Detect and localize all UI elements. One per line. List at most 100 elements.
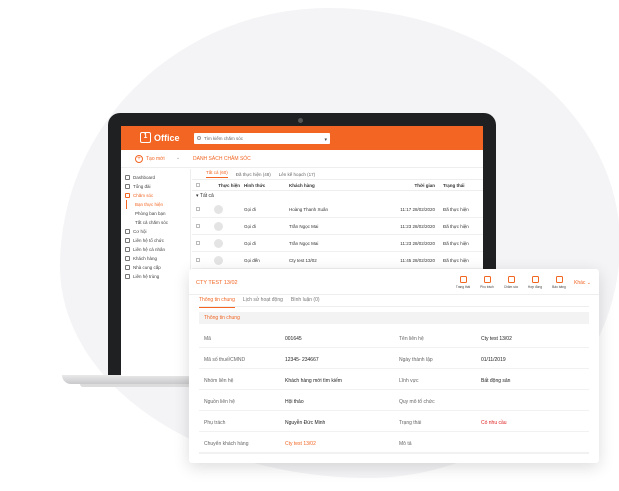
- avatar-cell: [204, 204, 244, 214]
- create-button[interactable]: + Tạo mới: [135, 155, 165, 163]
- camera-icon: [298, 118, 303, 123]
- sidebar-item-label: Khách hàng: [133, 256, 158, 261]
- more-label: Khác: [574, 280, 586, 286]
- table-row[interactable]: Gọi đi Trần Ngọc Mai 11:23 28/02/2020 Đã…: [192, 218, 483, 235]
- section-header: Thông tin chung: [199, 312, 589, 324]
- sidebar-item-care[interactable]: Chăm sóc: [121, 191, 190, 200]
- care-icon: [507, 276, 515, 283]
- report-button[interactable]: Báo bảng: [550, 276, 568, 289]
- chevron-down-icon[interactable]: ⌄: [176, 155, 180, 161]
- row-check-cell: [192, 207, 204, 211]
- avatar-cell: [204, 238, 244, 248]
- sidebar-item-label: Chăm sóc: [133, 193, 154, 198]
- sidebar-item-label: Liên hệ tổ chức: [133, 238, 165, 243]
- sidebar: Dashboard Tổng đài Chăm sóc Bạn thực hiệ…: [121, 169, 191, 376]
- app-logo[interactable]: 1 Office: [140, 132, 180, 143]
- divider: [199, 452, 589, 454]
- sidebar-item-label: Tổng đài: [133, 184, 151, 189]
- field-value: Nguyễn Đức Minh: [285, 420, 326, 426]
- table-header: Thực hiện Hình thức Khách hàng Thời gian…: [192, 180, 483, 191]
- field-value: Cty test 13/02: [481, 336, 512, 342]
- row-checkbox[interactable]: [196, 258, 200, 262]
- sidebar-item-duplicate[interactable]: Liên hệ trùng: [121, 272, 190, 281]
- cell-customer: Hoàng Thanh Xuân: [289, 206, 328, 212]
- cell-form: Gọi đi: [244, 206, 256, 212]
- status-badge: Có nhu cầu: [481, 420, 507, 426]
- select-all-cell: [192, 183, 204, 187]
- customer-link[interactable]: Cty test 13/02: [285, 441, 316, 447]
- page-title: DANH SÁCH CHĂM SÓC: [193, 156, 251, 162]
- row-checkbox[interactable]: [196, 241, 200, 245]
- cell-time: 11:17 28/02/2020: [400, 206, 435, 212]
- row-check-cell: [192, 224, 204, 228]
- field-value: Hội thảo: [285, 399, 304, 405]
- cell-time: 11:23 28/02/2020: [400, 240, 435, 246]
- sidebar-item-label: Dashboard: [133, 175, 156, 180]
- sidebar-item-label: Nhà cung cấp: [133, 265, 161, 270]
- sidebar-subitem-mine[interactable]: Bạn thực hiện: [126, 200, 190, 209]
- avatar: [214, 255, 223, 265]
- supplier-icon: [125, 265, 130, 270]
- field-value: 001645: [285, 336, 302, 342]
- panel-title: CTY TEST 13/02: [196, 280, 238, 286]
- contract-button[interactable]: Hợp đồng: [526, 276, 544, 289]
- sidebar-subitem-all[interactable]: Tất cả chăm sóc: [121, 218, 190, 227]
- field-value: Khách hàng mới tìm kiếm: [285, 378, 342, 384]
- field-value: 01/11/2019: [481, 357, 506, 363]
- table-row[interactable]: Gọi đi Hoàng Thanh Xuân 11:17 28/02/2020…: [192, 201, 483, 218]
- chevron-down-icon[interactable]: ▾: [324, 135, 327, 146]
- column-header: Khách hàng: [289, 182, 315, 188]
- cell-time: 11:23 28/02/2020: [400, 223, 435, 229]
- sidebar-item-person[interactable]: Liên hệ cá nhân: [121, 245, 190, 254]
- table-row[interactable]: Gọi đi Trần Ngọc Mai 11:23 28/02/2020 Đã…: [192, 235, 483, 252]
- field-row: Chuyển khách hàng Cty test 13/02 Mô tả: [199, 435, 589, 453]
- row-checkbox[interactable]: [196, 207, 200, 211]
- duplicate-icon: [125, 274, 130, 279]
- row-checkbox[interactable]: [196, 224, 200, 228]
- field-label: Mô tả: [399, 441, 412, 447]
- status-icon: [459, 276, 467, 283]
- table-row[interactable]: Gọi đến Cty test 13/02 11:45 28/02/2020 …: [192, 252, 483, 269]
- cell-status: Đã thực hiện: [443, 240, 469, 246]
- report-icon: [555, 276, 563, 283]
- tab-planned[interactable]: Lên kế hoạch (17): [279, 172, 315, 177]
- top-bar: 1 Office Tìm kiếm chăm sóc ▾: [121, 126, 483, 150]
- more-button[interactable]: Khác ⌄: [574, 280, 591, 286]
- tab-all[interactable]: Tất cả (60): [206, 170, 228, 178]
- search-input[interactable]: Tìm kiếm chăm sóc ▾: [194, 133, 330, 144]
- field-label: Mã: [204, 336, 211, 342]
- sidebar-item-supplier[interactable]: Nhà cung cấp: [121, 263, 190, 272]
- field-label: Tên liên hệ: [399, 336, 424, 342]
- sidebar-item-opportunity[interactable]: Cơ hội: [121, 227, 190, 236]
- tab-done[interactable]: Đã thực hiện (48): [236, 172, 271, 177]
- group-row[interactable]: ▾ Tất cả: [192, 191, 483, 201]
- sidebar-item-switchboard[interactable]: Tổng đài: [121, 182, 190, 191]
- dashboard-icon: [125, 175, 130, 180]
- row-check-cell: [192, 241, 204, 245]
- divider: [199, 306, 589, 307]
- cell-form: Gọi đi: [244, 240, 256, 246]
- status-button[interactable]: Trang thái: [454, 276, 472, 289]
- care-button[interactable]: Chăm sóc: [502, 276, 520, 289]
- avatar-cell: [204, 255, 244, 265]
- field-label: Chuyển khách hàng: [204, 441, 249, 447]
- chevron-down-icon: ⌄: [586, 280, 591, 286]
- select-all-checkbox[interactable]: [196, 183, 200, 187]
- avatar-cell: [204, 221, 244, 231]
- action-label: Hợp đồng: [527, 285, 543, 289]
- sidebar-item-dashboard[interactable]: Dashboard: [121, 173, 190, 182]
- field-label: Quy mô tổ chức: [399, 399, 435, 405]
- field-label: Mã số thuế/CMND: [204, 357, 246, 363]
- cell-customer: Cty test 13/02: [289, 257, 317, 263]
- sidebar-item-label: Cơ hội: [133, 229, 147, 234]
- field-row: Mã số thuế/CMND 12345- 234667 Ngày thành…: [199, 351, 589, 369]
- sidebar-subitem-department[interactable]: Phòng ban bạn: [121, 209, 190, 218]
- sidebar-item-customer[interactable]: Khách hàng: [121, 254, 190, 263]
- group-label: Tất cả: [199, 193, 214, 199]
- assignee-button[interactable]: Phụ trách: [478, 276, 496, 289]
- sidebar-item-organization[interactable]: Liên hệ tổ chức: [121, 236, 190, 245]
- field-row: Nguồn liên hệ Hội thảo Quy mô tổ chức: [199, 393, 589, 411]
- avatar: [214, 238, 223, 248]
- organization-icon: [125, 238, 130, 243]
- avatar: [214, 221, 223, 231]
